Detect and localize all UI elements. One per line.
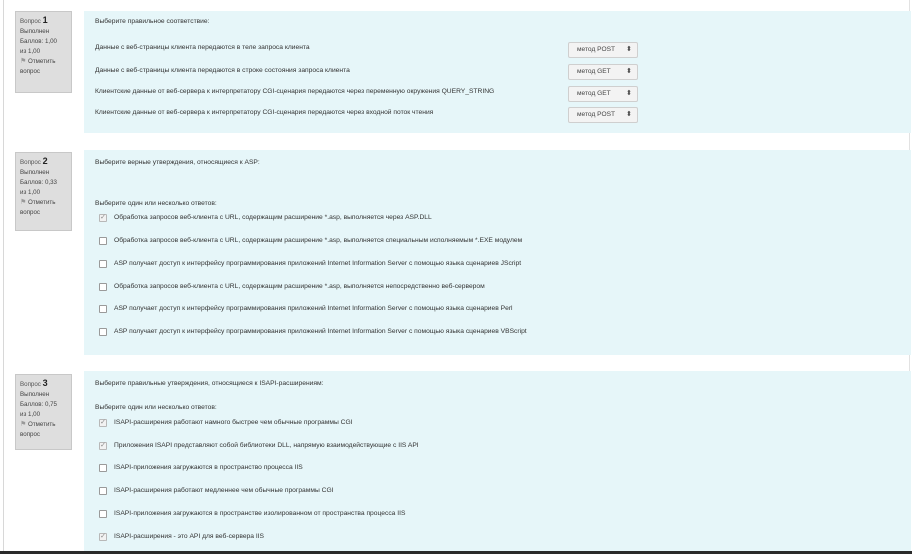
- match-row-text: Клиентские данные от веб-сервера к интер…: [95, 109, 434, 116]
- question-2-info: Вопрос 2 Выполнен Баллов: 0,33 из 1,00 ⚑ О…: [15, 152, 72, 231]
- checkmark-icon: ✓: [100, 214, 106, 221]
- question-3-content: Выберите правильные утверждения, относящ…: [84, 371, 911, 551]
- flag-question-link[interactable]: ⚑ Отметить вопрос: [20, 198, 67, 218]
- question-number: Вопрос 3: [20, 378, 48, 388]
- question-number: Вопрос 1: [20, 15, 48, 25]
- answer-option-label[interactable]: ASP получает доступ к интерфейсу програм…: [114, 260, 521, 267]
- answer-checkbox[interactable]: [99, 464, 107, 472]
- select-arrows-icon: ⬍: [626, 68, 632, 75]
- answer-checkbox[interactable]: [99, 283, 107, 291]
- question-score: Баллов: 0,33 из 1,00: [20, 179, 58, 196]
- answer-checkbox[interactable]: ✓: [99, 533, 107, 541]
- flag-icon: ⚑: [20, 421, 27, 428]
- question-prompt: Выберите правильное соответствие:: [95, 18, 210, 25]
- question-prompt: Выберите верные утверждения, относящиеся…: [95, 159, 260, 166]
- answer-checkbox[interactable]: [99, 510, 107, 518]
- flag-question-link[interactable]: ⚑ Отметить вопрос: [20, 57, 67, 77]
- answer-instruction: Выберите один или несколько ответов:: [95, 200, 217, 207]
- answer-checkbox[interactable]: [99, 305, 107, 313]
- answer-option-label[interactable]: ISAPI-приложения загружаются в пространс…: [114, 464, 303, 471]
- match-select[interactable]: метод POST ⬍: [568, 107, 638, 123]
- select-arrows-icon: ⬍: [626, 46, 632, 53]
- answer-option-label[interactable]: Обработка запросов веб-клиента с URL, со…: [114, 237, 522, 244]
- flag-icon: ⚑: [20, 58, 27, 65]
- question-prompt: Выберите правильные утверждения, относящ…: [95, 380, 324, 387]
- match-select[interactable]: метод POST ⬍: [568, 42, 638, 58]
- flag-question-link[interactable]: ⚑ Отметить вопрос: [20, 420, 67, 440]
- answer-option-label[interactable]: Приложения ISAPI представляют собой библ…: [114, 442, 419, 449]
- answer-option-label[interactable]: ISAPI-расширения - это API для веб-серве…: [114, 533, 264, 540]
- answer-option-label[interactable]: ISAPI-расширения работают медленнее чем …: [114, 487, 334, 494]
- answer-checkbox[interactable]: ✓: [99, 419, 107, 427]
- flag-icon: ⚑: [20, 199, 27, 206]
- answer-checkbox[interactable]: ✓: [99, 214, 107, 222]
- question-status: Выполнен: [20, 391, 50, 398]
- question-status: Выполнен: [20, 169, 50, 176]
- question-2-content: Выберите верные утверждения, относящиеся…: [84, 150, 911, 355]
- checkmark-icon: ✓: [100, 533, 106, 540]
- answer-option-label[interactable]: ISAPI-расширения работают намного быстре…: [114, 419, 353, 426]
- question-score: Баллов: 0,75 из 1,00: [20, 401, 58, 418]
- answer-instruction: Выберите один или несколько ответов:: [95, 404, 217, 411]
- answer-option-label[interactable]: ASP получает доступ к интерфейсу програм…: [114, 305, 513, 312]
- question-score: Баллов: 1,00 из 1,00: [20, 38, 58, 55]
- answer-checkbox[interactable]: ✓: [99, 442, 107, 450]
- answer-option-label[interactable]: Обработка запросов веб-клиента с URL, со…: [114, 283, 485, 290]
- question-3-info: Вопрос 3 Выполнен Баллов: 0,75 из 1,00 ⚑ О…: [15, 374, 72, 450]
- answer-checkbox[interactable]: [99, 487, 107, 495]
- checkmark-icon: ✓: [100, 419, 106, 426]
- match-select[interactable]: метод GET ⬍: [568, 64, 638, 80]
- answer-option-label[interactable]: Обработка запросов веб-клиента с URL, со…: [114, 214, 432, 221]
- question-1-content: Выберите правильное соответствие: Данные…: [84, 11, 911, 133]
- answer-checkbox[interactable]: [99, 328, 107, 336]
- question-number: Вопрос 2: [20, 156, 48, 166]
- match-select[interactable]: метод GET ⬍: [568, 86, 638, 102]
- answer-option-label[interactable]: ISAPI-приложения загружаются в пространс…: [114, 510, 405, 517]
- answer-option-label[interactable]: ASP получает доступ к интерфейсу програм…: [114, 328, 527, 335]
- match-row-text: Данные с веб-страницы клиента передаются…: [95, 44, 310, 51]
- answer-checkbox[interactable]: [99, 237, 107, 245]
- match-row-text: Данные с веб-страницы клиента передаются…: [95, 67, 350, 74]
- select-arrows-icon: ⬍: [626, 90, 632, 97]
- checkmark-icon: ✓: [100, 442, 106, 449]
- left-border: [3, 0, 4, 554]
- select-arrows-icon: ⬍: [626, 111, 632, 118]
- match-row-text: Клиентские данные от веб-сервера к интер…: [95, 88, 495, 95]
- question-status: Выполнен: [20, 28, 50, 35]
- answer-checkbox[interactable]: [99, 260, 107, 268]
- question-1-info: Вопрос 1 Выполнен Баллов: 1,00 из 1,00 ⚑ О…: [15, 11, 72, 93]
